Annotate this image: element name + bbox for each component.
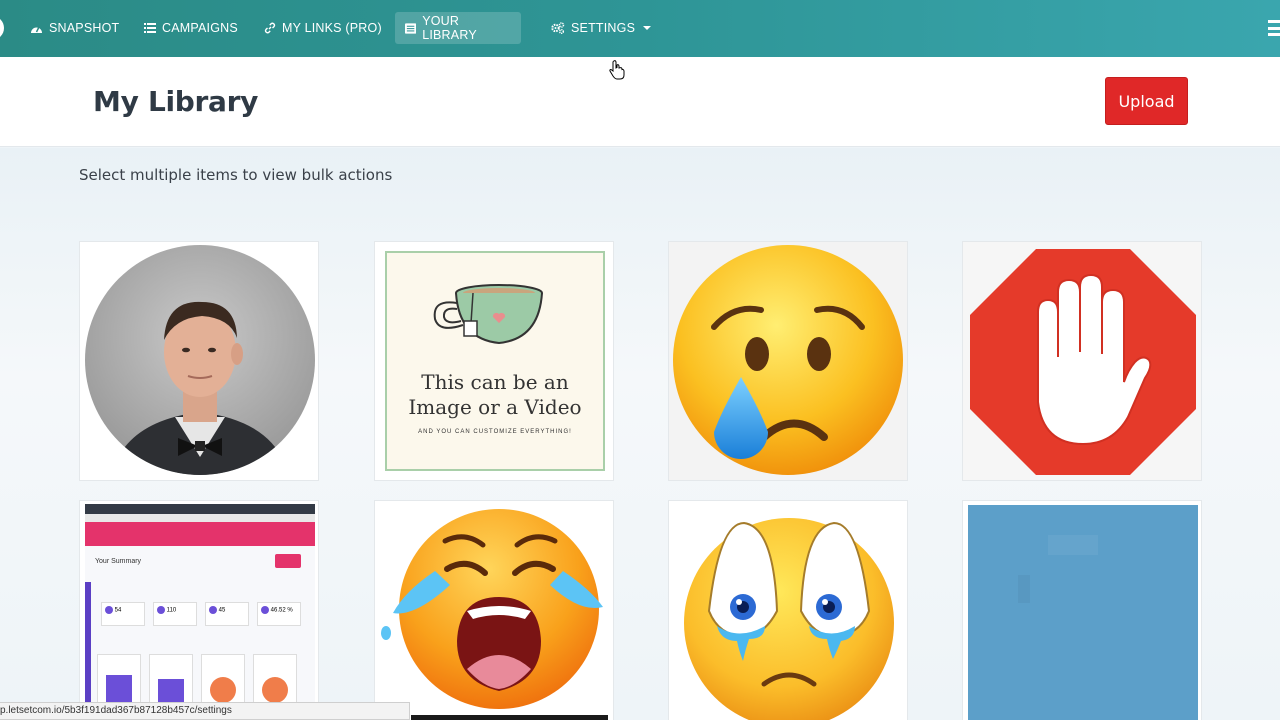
library-icon [405, 22, 417, 34]
sad-teary-emoji-icon [669, 501, 907, 720]
thumb-heading: Your Summary [95, 558, 142, 565]
page-header: My Library Upload [0, 57, 1280, 147]
logo-icon[interactable] [0, 16, 4, 40]
stop-hand-icon [963, 242, 1201, 480]
video-thumbnail [968, 505, 1198, 720]
nav-your-library-label: YOUR LIBRARY [422, 14, 477, 42]
library-item-screenshot[interactable]: Your Summary 54 110 45 46.52 % [79, 500, 319, 720]
bulk-actions-hint: Select multiple items to view bulk actio… [79, 166, 393, 184]
card-line-2: Image or a Video [408, 395, 582, 419]
browser-status-url: p.letsetcom.io/5b3f191dad367b87128b457c/… [0, 702, 410, 720]
link-icon [264, 22, 276, 34]
nav-settings-label: SETTINGS [571, 21, 636, 35]
top-navbar: SNAPSHOT CAMPAIGNS MY LINKS (PRO) YOUR L… [0, 0, 1280, 57]
hamburger-menu-icon[interactable] [1268, 20, 1280, 36]
library-item-stop-sign[interactable] [962, 241, 1202, 481]
library-content: Select multiple items to view bulk actio… [0, 148, 1280, 720]
library-item-video[interactable] [962, 500, 1202, 720]
nav-campaigns[interactable]: CAMPAIGNS [134, 12, 248, 44]
upload-button[interactable]: Upload [1105, 77, 1188, 125]
thumb-stat-2: 110 [166, 607, 177, 614]
library-item-emoji-sad[interactable] [668, 500, 908, 720]
loudly-crying-emoji-icon [375, 501, 613, 720]
hand-cursor-icon [609, 60, 625, 80]
teacup-icon [433, 284, 543, 345]
library-item-emoji-loudly-crying[interactable] [374, 500, 614, 720]
nav-campaigns-label: CAMPAIGNS [162, 21, 238, 35]
thumb-stat-4: 46.52 % [270, 607, 293, 614]
dashboard-thumbnail: Your Summary 54 110 45 46.52 % [85, 504, 315, 720]
library-item-card[interactable]: This can be an Image or a Video AND YOU … [374, 241, 614, 481]
nav-your-library[interactable]: YOUR LIBRARY [395, 12, 521, 44]
card-line-3: AND YOU CAN CUSTOMIZE EVERYTHING! [418, 429, 572, 435]
library-item-emoji-crying[interactable] [668, 241, 908, 481]
nav-my-links[interactable]: MY LINKS (PRO) [254, 12, 392, 44]
chevron-down-icon [643, 26, 652, 30]
list-icon [144, 23, 156, 33]
nav-snapshot-label: SNAPSHOT [49, 21, 120, 35]
dashboard-icon [31, 26, 42, 33]
nav-my-links-label: MY LINKS (PRO) [282, 21, 382, 35]
crying-face-emoji-icon [669, 242, 907, 480]
page-title: My Library [93, 85, 259, 118]
card-frame: This can be an Image or a Video AND YOU … [385, 251, 605, 471]
portrait-image [85, 245, 315, 475]
cogs-icon [551, 22, 565, 34]
nav-snapshot[interactable]: SNAPSHOT [20, 12, 129, 44]
card-line-1: This can be an [421, 370, 569, 394]
nav-settings[interactable]: SETTINGS [541, 12, 661, 44]
thumb-stat-1: 54 [114, 607, 122, 614]
library-item-photo[interactable] [79, 241, 319, 481]
thumb-stat-3: 45 [218, 607, 226, 614]
progress-strip [411, 715, 608, 720]
